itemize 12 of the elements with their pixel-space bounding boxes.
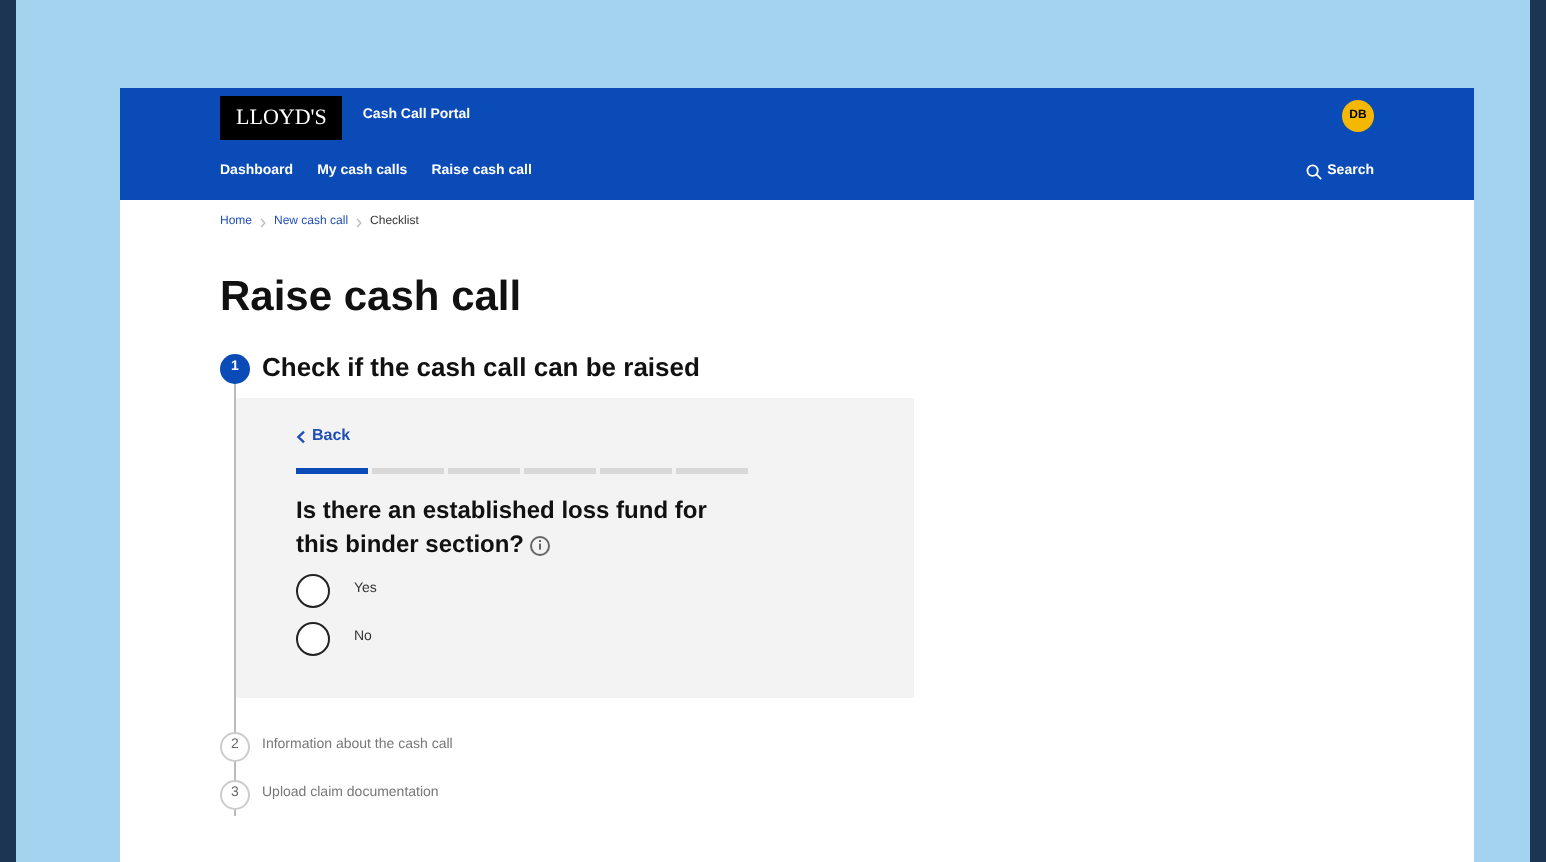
- logo[interactable]: LLOYD'S: [220, 96, 343, 140]
- question-text: Is there an established loss fund for this binder section?: [296, 494, 709, 562]
- step-label: Check if the cash call can be raised: [262, 350, 700, 387]
- chevron-right-icon: [356, 217, 363, 227]
- page-title: Raise cash call: [220, 272, 524, 324]
- chevron-left-icon: [296, 429, 306, 443]
- info-icon[interactable]: [530, 535, 551, 556]
- back-link[interactable]: Back: [296, 426, 914, 446]
- chevron-right-icon: [260, 217, 267, 227]
- radio-button[interactable]: [296, 621, 330, 655]
- search-icon: [1305, 164, 1322, 180]
- radio-button[interactable]: [296, 573, 330, 607]
